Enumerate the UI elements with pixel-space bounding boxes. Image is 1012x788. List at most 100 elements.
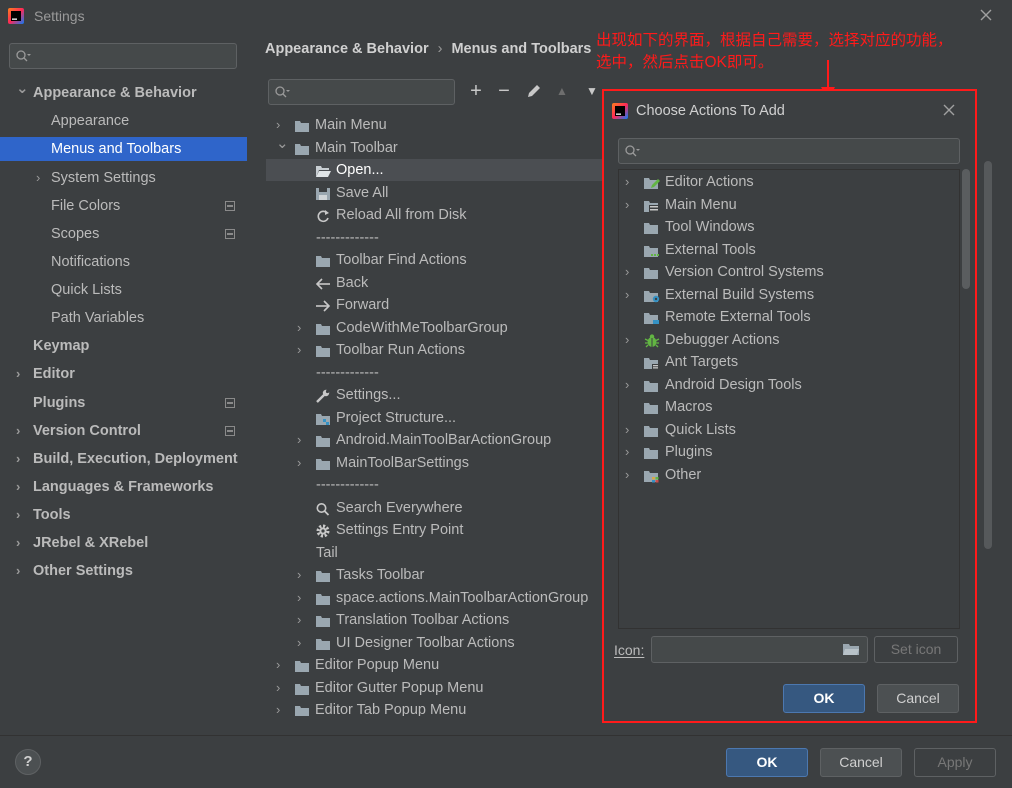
sidebar-item-jrebel-xrebel[interactable]: › JRebel & XRebel xyxy=(0,531,247,555)
tree-item[interactable]: › Tasks Toolbar xyxy=(266,564,606,586)
chevron-right-icon[interactable]: › xyxy=(16,503,20,527)
settings-search-input[interactable] xyxy=(9,43,237,69)
chevron-right-icon[interactable]: › xyxy=(625,464,629,486)
chevron-right-icon[interactable]: › xyxy=(297,587,301,609)
sidebar-item-appearance-behavior[interactable]: ⌄ Appearance & Behavior xyxy=(0,80,247,105)
action-group-android-design-tools[interactable]: › Android Design Tools xyxy=(619,374,959,396)
move-down-button[interactable]: ▼ xyxy=(581,80,603,102)
chevron-right-icon[interactable]: › xyxy=(625,329,629,351)
chevron-down-icon[interactable]: ⌄ xyxy=(276,133,289,155)
action-group-external-build-systems[interactable]: › External Build Systems xyxy=(619,284,959,306)
tree-item[interactable]: › Editor Popup Menu xyxy=(266,654,606,676)
tree-item[interactable]: Save All xyxy=(266,182,606,204)
tree-item[interactable]: Back xyxy=(266,272,606,294)
chevron-right-icon[interactable]: › xyxy=(16,419,20,443)
remove-action-button[interactable]: − xyxy=(493,80,515,102)
chevron-right-icon[interactable]: › xyxy=(276,699,280,716)
chevron-right-icon[interactable]: › xyxy=(625,261,629,283)
chevron-down-icon[interactable]: ⌄ xyxy=(16,77,29,101)
dialog-cancel-button[interactable]: Cancel xyxy=(877,684,959,713)
action-group-debugger-actions[interactable]: › Debugger Actions xyxy=(619,329,959,351)
sidebar-item-other-settings[interactable]: › Other Settings xyxy=(0,559,247,583)
action-group-external-tools[interactable]: External Tools xyxy=(619,239,959,261)
tree-item[interactable]: ------------- xyxy=(266,227,606,249)
chevron-right-icon[interactable]: › xyxy=(297,632,301,654)
chevron-right-icon[interactable]: › xyxy=(625,374,629,396)
tree-scrollbar[interactable] xyxy=(982,116,994,716)
action-group-main-menu[interactable]: › Main Menu xyxy=(619,194,959,216)
sidebar-item-notifications[interactable]: Notifications xyxy=(0,250,247,274)
breadcrumb-parent[interactable]: Appearance & Behavior xyxy=(265,41,429,57)
action-group-quick-lists[interactable]: › Quick Lists xyxy=(619,419,959,441)
toolbar-search-input[interactable] xyxy=(268,79,455,105)
chevron-right-icon[interactable]: › xyxy=(16,475,20,499)
tree-item[interactable]: ------------- xyxy=(266,474,606,496)
add-action-button[interactable]: + xyxy=(465,80,487,102)
scrollbar-thumb[interactable] xyxy=(984,161,992,549)
tree-item[interactable]: Reload All from Disk xyxy=(266,204,606,226)
sidebar-item-appearance[interactable]: Appearance xyxy=(0,109,247,133)
browse-folder-icon[interactable] xyxy=(842,641,860,657)
dialog-scrollbar[interactable] xyxy=(962,169,970,629)
apply-button[interactable]: Apply xyxy=(914,748,996,777)
tree-item[interactable]: › MainToolBarSettings xyxy=(266,452,606,474)
action-group-macros[interactable]: Macros xyxy=(619,396,959,418)
chevron-right-icon[interactable]: › xyxy=(625,419,629,441)
chevron-right-icon[interactable]: › xyxy=(16,362,20,386)
action-group-editor-actions[interactable]: › Editor Actions xyxy=(619,171,959,193)
sidebar-item-system-settings[interactable]: › System Settings xyxy=(0,166,247,190)
tree-item[interactable]: Tail xyxy=(266,542,606,564)
set-icon-button[interactable]: Set icon xyxy=(874,636,958,663)
tree-item[interactable]: Settings Entry Point xyxy=(266,519,606,541)
tree-item[interactable]: ------------- xyxy=(266,362,606,384)
action-group-version-control-systems[interactable]: › Version Control Systems xyxy=(619,261,959,283)
close-icon[interactable] xyxy=(942,103,956,117)
chevron-right-icon[interactable]: › xyxy=(16,447,20,471)
tree-item[interactable]: Forward xyxy=(266,294,606,316)
sidebar-item-version-control[interactable]: › Version Control xyxy=(0,419,247,443)
tree-item[interactable]: › Editor Gutter Popup Menu xyxy=(266,677,606,699)
sidebar-item-path-variables[interactable]: Path Variables xyxy=(0,306,247,330)
action-group-remote-external-tools[interactable]: Remote External Tools xyxy=(619,306,959,328)
close-icon[interactable] xyxy=(978,7,994,23)
ok-button[interactable]: OK xyxy=(726,748,808,777)
chevron-right-icon[interactable]: › xyxy=(36,166,40,190)
chevron-right-icon[interactable]: › xyxy=(297,339,301,361)
chevron-right-icon[interactable]: › xyxy=(276,654,280,676)
chevron-right-icon[interactable]: › xyxy=(625,284,629,306)
chevron-right-icon[interactable]: › xyxy=(297,609,301,631)
tree-item[interactable]: › Translation Toolbar Actions xyxy=(266,609,606,631)
action-group-plugins[interactable]: › Plugins xyxy=(619,441,959,463)
sidebar-item-menus-and-toolbars[interactable]: Menus and Toolbars xyxy=(0,137,247,161)
icon-path-input[interactable] xyxy=(651,636,868,663)
action-group-other[interactable]: › Other xyxy=(619,464,959,486)
action-group-ant-targets[interactable]: Ant Targets xyxy=(619,351,959,373)
chevron-right-icon[interactable]: › xyxy=(16,559,20,583)
tree-item[interactable]: › UI Designer Toolbar Actions xyxy=(266,632,606,654)
chevron-right-icon[interactable]: › xyxy=(276,677,280,699)
chevron-right-icon[interactable]: › xyxy=(625,194,629,216)
scrollbar-thumb[interactable] xyxy=(962,169,970,289)
sidebar-item-languages-frameworks[interactable]: › Languages & Frameworks xyxy=(0,475,247,499)
chevron-right-icon[interactable]: › xyxy=(16,531,20,555)
tree-item[interactable]: Search Everywhere xyxy=(266,497,606,519)
sidebar-item-scopes[interactable]: Scopes xyxy=(0,222,247,246)
tree-item[interactable]: ⌄ Main Toolbar xyxy=(266,135,606,159)
tree-item[interactable]: › Toolbar Run Actions xyxy=(266,339,606,361)
tree-item[interactable]: Project Structure... xyxy=(266,407,606,429)
dialog-ok-button[interactable]: OK xyxy=(783,684,865,713)
tree-item[interactable]: › space.actions.MainToolbarActionGroup xyxy=(266,587,606,609)
edit-action-button[interactable] xyxy=(523,80,545,102)
sidebar-item-build-execution-deployment[interactable]: › Build, Execution, Deployment xyxy=(0,447,247,471)
chevron-right-icon[interactable]: › xyxy=(297,317,301,339)
sidebar-item-tools[interactable]: › Tools xyxy=(0,503,247,527)
chevron-right-icon[interactable]: › xyxy=(625,171,629,193)
tree-item[interactable]: › CodeWithMeToolbarGroup xyxy=(266,317,606,339)
tree-item[interactable]: › Main Menu xyxy=(266,114,606,136)
chevron-right-icon[interactable]: › xyxy=(297,429,301,451)
tree-item[interactable]: Open... xyxy=(266,159,606,181)
tree-item[interactable]: › Editor Tab Popup Menu xyxy=(266,699,606,716)
sidebar-item-plugins[interactable]: Plugins xyxy=(0,391,247,415)
cancel-button[interactable]: Cancel xyxy=(820,748,902,777)
sidebar-item-file-colors[interactable]: File Colors xyxy=(0,194,247,218)
